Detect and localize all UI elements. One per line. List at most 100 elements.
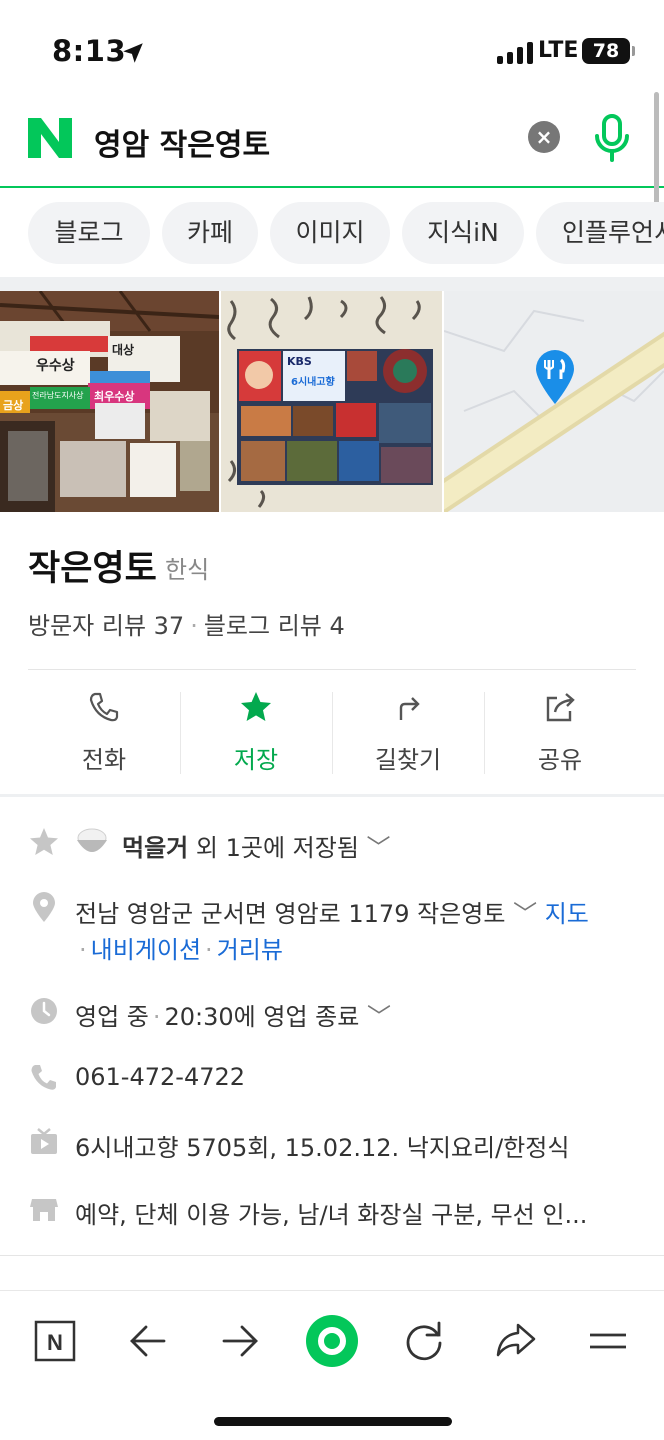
search-bar: 영암 작은영토 ×: [0, 100, 664, 188]
store-icon: [30, 1199, 58, 1221]
tv-channel-label: KBS: [287, 355, 312, 368]
phone-number[interactable]: 061-472-4722: [75, 1063, 245, 1091]
chevron-down-icon[interactable]: ﹀: [367, 1003, 391, 1031]
saved-row[interactable]: 먹을거 외 1곳에 저장됨 ﹀: [28, 826, 648, 862]
naver-home-letter: N: [47, 1330, 63, 1355]
visitor-reviews-link[interactable]: 방문자 리뷰 37: [28, 612, 184, 640]
reload-button[interactable]: [394, 1311, 454, 1371]
share-page-button[interactable]: [486, 1311, 546, 1371]
review-counts: 방문자 리뷰 37 · 블로그 리뷰 4: [28, 606, 345, 641]
photo-map[interactable]: [444, 291, 664, 512]
menu-button[interactable]: [578, 1311, 638, 1371]
phone-icon: [89, 692, 119, 722]
tv-row: 6시내고향 5705회, 15.02.12. 낙지요리/한정식: [28, 1126, 648, 1162]
forward-button[interactable]: [210, 1311, 270, 1371]
search-tabs: 블로그 카페 이미지 지식iN 인플루언서: [0, 188, 664, 278]
share-label: 공유: [537, 746, 583, 774]
facilities-text: 예약, 단체 이용 가능, 남/녀 화장실 구분, 무선 인...: [75, 1201, 588, 1229]
call-label: 전화: [81, 746, 127, 774]
star-icon: [241, 692, 271, 721]
naver-home-icon: N: [34, 1320, 76, 1362]
menu-icon: [590, 1333, 626, 1349]
star-icon: [30, 828, 58, 855]
directions-label: 길찾기: [374, 746, 442, 774]
directions-icon: [399, 697, 420, 720]
microphone-icon[interactable]: [592, 114, 632, 162]
award-label-excellence: 우수상: [36, 358, 75, 374]
place-category: 한식: [165, 556, 210, 584]
hours-text: 영업 중 · 20:30에 영업 종료 ﹀: [75, 1003, 391, 1031]
naver-logo-icon[interactable]: [28, 118, 72, 158]
clear-search-button[interactable]: ×: [528, 121, 560, 153]
search-input[interactable]: 영암 작은영토: [94, 120, 270, 164]
saved-list-name[interactable]: 먹을거: [122, 834, 188, 862]
award-label-governor: 전라남도지사상: [32, 391, 84, 400]
phone-row[interactable]: 061-472-4722: [28, 1061, 648, 1097]
section-gap: [0, 277, 664, 291]
clock-icon: [31, 998, 57, 1024]
divider: [0, 1255, 664, 1256]
tab-kin[interactable]: 지식iN: [402, 202, 524, 264]
back-button[interactable]: [118, 1311, 178, 1371]
phone-icon: [31, 1065, 56, 1090]
call-button[interactable]: 전화: [28, 690, 180, 774]
tv-icon: [31, 1128, 57, 1154]
navigation-link[interactable]: 내비게이션: [91, 936, 201, 964]
status-bar: 8:13 LTE 78: [0, 0, 664, 100]
saved-text: 먹을거 외 1곳에 저장됨 ﹀: [122, 828, 391, 863]
divider: [28, 669, 636, 670]
photo-tv-poster[interactable]: KBS 6시내고향: [221, 291, 442, 512]
rice-bowl-icon: [77, 828, 107, 852]
tab-influencer[interactable]: 인플루언서: [536, 202, 664, 264]
photo-strip[interactable]: 대상 우수상 최우수상 금상 전라남도지사상 KBS 6시내고향: [0, 291, 664, 512]
share-button[interactable]: 공유: [484, 690, 636, 774]
photo-awards[interactable]: 대상 우수상 최우수상 금상 전라남도지사상: [0, 291, 219, 512]
status-time: 8:13: [52, 34, 127, 68]
share-icon: [546, 693, 575, 722]
tab-blog[interactable]: 블로그: [28, 202, 150, 264]
tv-appearance: 6시내고향 5705회, 15.02.12. 낙지요리/한정식: [75, 1134, 570, 1162]
address-line: 전남 영암군 군서면 영암로 1179 작은영토 ﹀ 지도: [75, 894, 589, 929]
closing-time: 20:30에 영업 종료: [164, 1003, 360, 1031]
blog-reviews-link[interactable]: 블로그 리뷰 4: [204, 612, 345, 640]
save-button[interactable]: 저장: [180, 690, 332, 774]
action-bar: 전화 저장 길찾기 공유: [28, 690, 636, 774]
section-gap: [0, 794, 664, 797]
green-dot-icon: [306, 1315, 358, 1367]
place-name[interactable]: 작은영토: [28, 540, 157, 591]
chevron-down-icon[interactable]: ﹀: [513, 900, 537, 928]
naver-home-button[interactable]: N: [25, 1311, 85, 1371]
directions-button[interactable]: 길찾기: [332, 690, 484, 774]
save-label: 저장: [233, 746, 279, 774]
chevron-down-icon[interactable]: ﹀: [367, 834, 391, 862]
address-text[interactable]: 전남 영암군 군서면 영암로 1179 작은영토: [75, 900, 505, 928]
address-row: 전남 영암군 군서면 영암로 1179 작은영토 ﹀ 지도 · 내비게이션 · 거리뷰: [28, 892, 648, 964]
location-pin-icon: [33, 892, 55, 922]
street-view-link[interactable]: 거리뷰: [217, 936, 283, 964]
green-dot-button[interactable]: [302, 1311, 362, 1371]
saved-suffix: 외 1곳에 저장됨: [195, 834, 359, 862]
tab-cafe[interactable]: 카페: [162, 202, 258, 264]
tv-show-label: 6시내고향: [291, 377, 335, 388]
forward-arrow-icon: [222, 1325, 258, 1357]
address-links: · 내비게이션 · 거리뷰: [79, 936, 283, 964]
share-arrow-icon: [496, 1323, 536, 1357]
home-indicator[interactable]: [214, 1417, 452, 1426]
back-arrow-icon: [130, 1325, 166, 1357]
battery-icon: 78: [582, 38, 635, 64]
tab-image[interactable]: 이미지: [270, 202, 390, 264]
award-label-gold: 금상: [3, 399, 24, 412]
map-link[interactable]: 지도: [545, 900, 589, 928]
signal-icon: [497, 42, 533, 64]
network-label: LTE: [538, 38, 579, 63]
award-label-grand: 대상: [112, 343, 135, 357]
facilities-row[interactable]: 예약, 단체 이용 가능, 남/녀 화장실 구분, 무선 인...: [28, 1193, 648, 1229]
review-separator: ·: [190, 612, 198, 640]
restaurant-pin-icon[interactable]: [534, 349, 576, 405]
award-label-top: 최우수상: [94, 390, 135, 403]
open-status: 영업 중: [75, 1003, 149, 1031]
browser-toolbar: N: [0, 1290, 664, 1440]
location-arrow-icon: [123, 43, 143, 63]
hours-row[interactable]: 영업 중 · 20:30에 영업 종료 ﹀: [28, 995, 648, 1031]
reload-icon: [406, 1321, 442, 1361]
